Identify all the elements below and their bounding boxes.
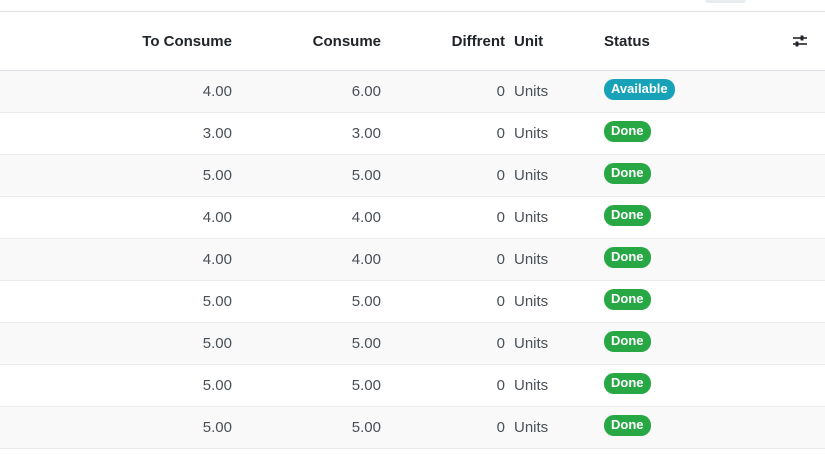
table-row[interactable]: 4.00 4.00 0 Units Done bbox=[0, 197, 825, 239]
header-to-consume[interactable]: To Consume bbox=[142, 12, 232, 70]
table-row[interactable]: 3.00 3.00 0 Units Done bbox=[0, 113, 825, 155]
cell-to-consume: 4.00 bbox=[202, 209, 232, 226]
cell-consume: 3.00 bbox=[351, 125, 381, 142]
cell-to-consume: 3.00 bbox=[202, 125, 232, 142]
cell-unit: Units bbox=[514, 251, 549, 268]
header-unit[interactable]: Unit bbox=[514, 12, 543, 70]
cell-unit: Units bbox=[514, 293, 549, 310]
cell-diffrent: 0 bbox=[496, 167, 505, 184]
cell-consume: 5.00 bbox=[351, 419, 381, 436]
cell-consume: 5.00 bbox=[351, 377, 381, 394]
cell-consume: 4.00 bbox=[351, 251, 381, 268]
cell-status: Done bbox=[604, 323, 651, 364]
cell-unit: Units bbox=[514, 335, 549, 352]
cell-to-consume: 5.00 bbox=[202, 335, 232, 352]
table-row[interactable]: 5.00 5.00 0 Units Done bbox=[0, 407, 825, 449]
cell-consume: 4.00 bbox=[351, 209, 381, 226]
status-badge: Done bbox=[604, 163, 651, 184]
table-row[interactable]: 5.00 5.00 0 Units Done bbox=[0, 155, 825, 197]
sliders-icon[interactable] bbox=[792, 33, 808, 49]
status-badge: Done bbox=[604, 373, 651, 394]
cell-to-consume: 5.00 bbox=[202, 293, 232, 310]
status-badge: Done bbox=[604, 415, 651, 436]
cell-unit: Units bbox=[514, 377, 549, 394]
cell-diffrent: 0 bbox=[496, 419, 505, 436]
table-row[interactable]: 4.00 4.00 0 Units Done bbox=[0, 239, 825, 281]
cell-diffrent: 0 bbox=[496, 251, 505, 268]
header-consume[interactable]: Consume bbox=[313, 12, 381, 70]
table-row[interactable]: 5.00 5.00 0 Units Done bbox=[0, 365, 825, 407]
cell-status: Available bbox=[604, 71, 675, 112]
cell-unit: Units bbox=[514, 167, 549, 184]
header-diffrent[interactable]: Diffrent bbox=[452, 12, 505, 70]
cell-status: Done bbox=[604, 407, 651, 448]
cell-status: Done bbox=[604, 113, 651, 154]
cell-status: Done bbox=[604, 155, 651, 196]
cell-to-consume: 5.00 bbox=[202, 419, 232, 436]
table-row[interactable]: 5.00 5.00 0 Units Done bbox=[0, 323, 825, 365]
cell-diffrent: 0 bbox=[496, 335, 505, 352]
cell-to-consume: 5.00 bbox=[202, 377, 232, 394]
header-status[interactable]: Status bbox=[604, 12, 650, 70]
cell-diffrent: 0 bbox=[496, 83, 505, 100]
status-badge: Available bbox=[604, 79, 675, 100]
cell-status: Done bbox=[604, 365, 651, 406]
status-badge: Done bbox=[604, 121, 651, 142]
top-tab-edge bbox=[705, 0, 746, 3]
table-row[interactable]: 4.00 6.00 0 Units Available bbox=[0, 71, 825, 113]
cell-consume: 6.00 bbox=[351, 83, 381, 100]
table-body: 4.00 6.00 0 Units Available 3.00 3.00 0 Units Don… bbox=[0, 71, 825, 449]
cell-unit: Units bbox=[514, 419, 549, 436]
move-lines-table: To Consume Consume Diffrent Unit Status … bbox=[0, 11, 825, 449]
status-badge: Done bbox=[604, 331, 651, 352]
status-badge: Done bbox=[604, 247, 651, 268]
table-header: To Consume Consume Diffrent Unit Status bbox=[0, 12, 825, 71]
cell-status: Done bbox=[604, 197, 651, 238]
cell-status: Done bbox=[604, 281, 651, 322]
cell-consume: 5.00 bbox=[351, 335, 381, 352]
cell-to-consume: 5.00 bbox=[202, 167, 232, 184]
status-badge: Done bbox=[604, 289, 651, 310]
cell-diffrent: 0 bbox=[496, 125, 505, 142]
cell-unit: Units bbox=[514, 83, 549, 100]
cell-consume: 5.00 bbox=[351, 293, 381, 310]
status-badge: Done bbox=[604, 205, 651, 226]
cell-unit: Units bbox=[514, 209, 549, 226]
cell-diffrent: 0 bbox=[496, 377, 505, 394]
cell-consume: 5.00 bbox=[351, 167, 381, 184]
cell-to-consume: 4.00 bbox=[202, 83, 232, 100]
cell-diffrent: 0 bbox=[496, 293, 505, 310]
cell-unit: Units bbox=[514, 125, 549, 142]
table-row[interactable]: 5.00 5.00 0 Units Done bbox=[0, 281, 825, 323]
cell-to-consume: 4.00 bbox=[202, 251, 232, 268]
cell-diffrent: 0 bbox=[496, 209, 505, 226]
cell-status: Done bbox=[604, 239, 651, 280]
